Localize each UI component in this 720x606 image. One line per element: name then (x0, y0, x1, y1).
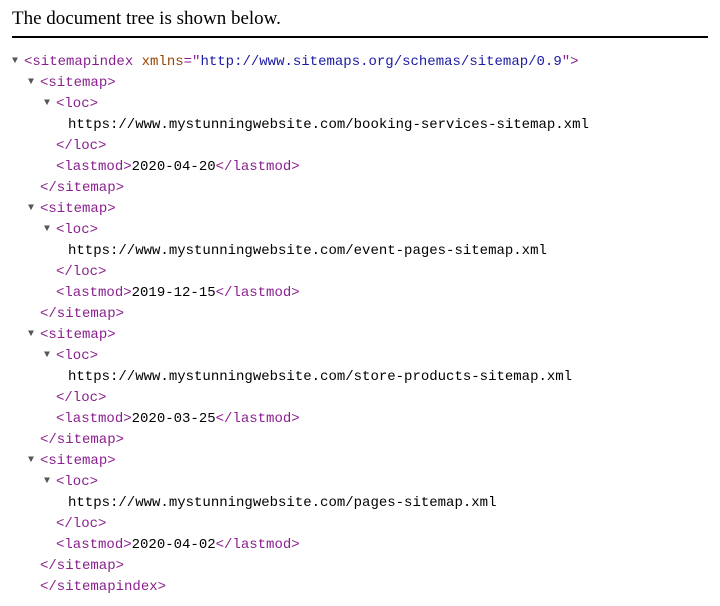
sitemap-close: </sitemap> (12, 430, 708, 451)
xml-tree: ▼<sitemapindex xmlns="http://www.sitemap… (12, 52, 708, 598)
loc-open: ▼<loc> (12, 472, 708, 493)
loc-text: https://www.mystunningwebsite.com/store-… (12, 367, 708, 388)
chevron-down-icon[interactable]: ▼ (28, 327, 40, 342)
loc-text: https://www.mystunningwebsite.com/bookin… (12, 115, 708, 136)
sitemap-open: ▼<sitemap> (12, 73, 708, 94)
loc-text: https://www.mystunningwebsite.com/pages-… (12, 493, 708, 514)
loc-close: </loc> (12, 514, 708, 535)
sitemap-close: </sitemap> (12, 178, 708, 199)
loc-open: ▼<loc> (12, 346, 708, 367)
divider (12, 36, 708, 38)
lastmod-row: <lastmod>2020-04-02</lastmod> (12, 535, 708, 556)
chevron-down-icon[interactable]: ▼ (44, 474, 56, 489)
lastmod-row: <lastmod>2020-04-20</lastmod> (12, 157, 708, 178)
attr-name: xmlns (142, 54, 184, 70)
attr-value: http://www.sitemaps.org/schemas/sitemap/… (200, 54, 561, 70)
tag-name: sitemapindex (32, 54, 133, 70)
loc-text: https://www.mystunningwebsite.com/event-… (12, 241, 708, 262)
sitemapindex-open: ▼<sitemapindex xmlns="http://www.sitemap… (12, 52, 708, 73)
loc-close: </loc> (12, 262, 708, 283)
loc-open: ▼<loc> (12, 94, 708, 115)
chevron-down-icon[interactable]: ▼ (28, 201, 40, 216)
sitemap-open: ▼<sitemap> (12, 325, 708, 346)
lastmod-row: <lastmod>2019-12-15</lastmod> (12, 283, 708, 304)
chevron-down-icon[interactable]: ▼ (44, 348, 56, 363)
chevron-down-icon[interactable]: ▼ (44, 222, 56, 237)
chevron-down-icon[interactable]: ▼ (28, 453, 40, 468)
chevron-down-icon[interactable]: ▼ (12, 54, 24, 69)
sitemap-close: </sitemap> (12, 304, 708, 325)
loc-close: </loc> (12, 136, 708, 157)
loc-open: ▼<loc> (12, 220, 708, 241)
chevron-down-icon[interactable]: ▼ (28, 75, 40, 90)
chevron-down-icon[interactable]: ▼ (44, 96, 56, 111)
sitemap-close: </sitemap> (12, 556, 708, 577)
sitemap-open: ▼<sitemap> (12, 199, 708, 220)
sitemapindex-close: </sitemapindex> (12, 577, 708, 598)
sitemap-open: ▼<sitemap> (12, 451, 708, 472)
page-title: The document tree is shown below. (12, 8, 708, 30)
lastmod-row: <lastmod>2020-03-25</lastmod> (12, 409, 708, 430)
loc-close: </loc> (12, 388, 708, 409)
